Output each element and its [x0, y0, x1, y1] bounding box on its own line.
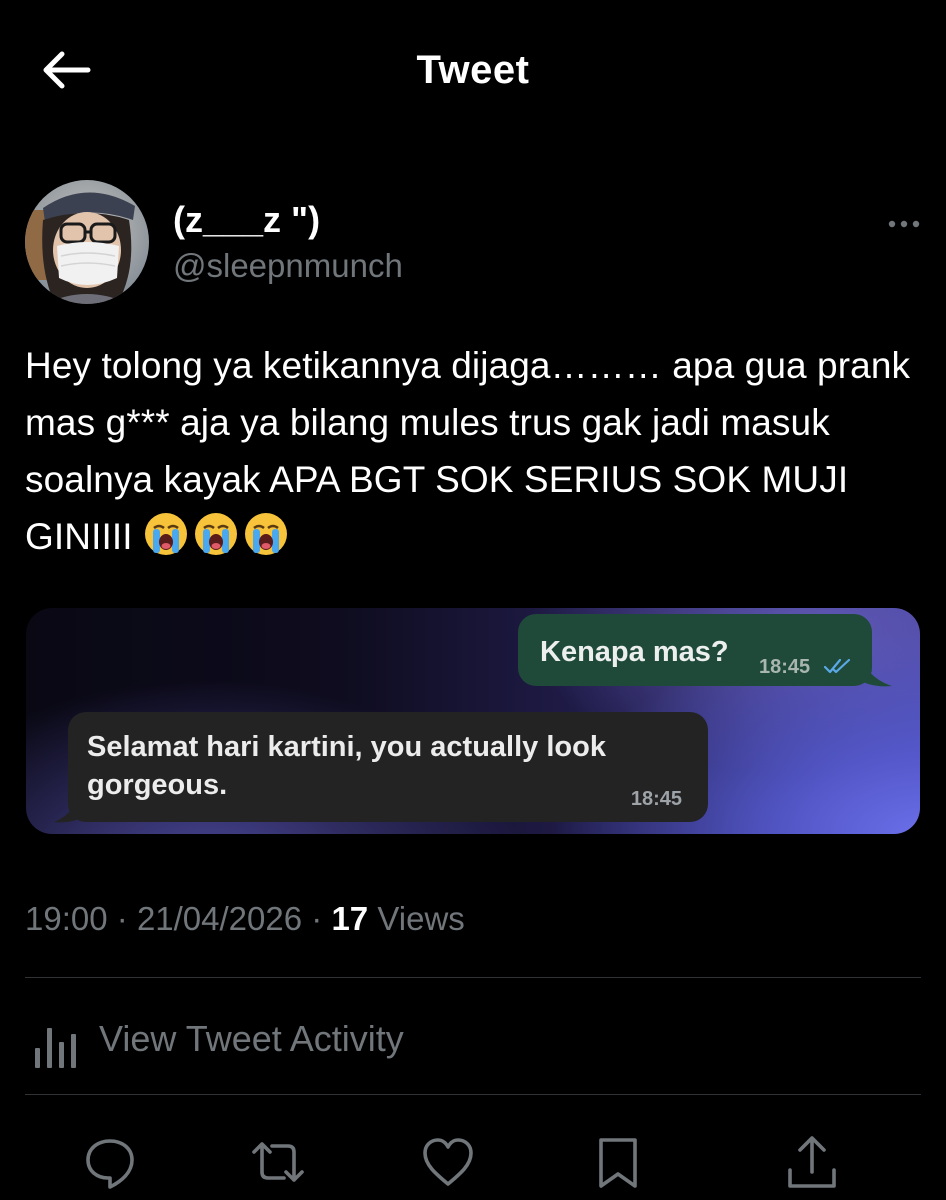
retweet-button[interactable]	[248, 1132, 308, 1192]
bookmark-button[interactable]	[588, 1132, 648, 1192]
tweet-text: Hey tolong ya ketikannya dijaga……… apa g…	[25, 337, 921, 565]
tweet-date: 21/04/2026	[136, 900, 303, 937]
like-icon	[423, 1138, 473, 1186]
outgoing-message-bubble: Kenapa mas? 18:45	[518, 614, 872, 686]
retweet-icon	[252, 1142, 304, 1182]
view-tweet-activity-label: View Tweet Activity	[99, 1018, 404, 1059]
tweet-meta: 19:00 · 21/04/2026 · 17 Views	[25, 900, 465, 938]
user-handle[interactable]: @sleepnmunch	[173, 246, 403, 286]
tweet-actions-bar	[0, 1128, 946, 1192]
display-name[interactable]: (z___z ")	[173, 200, 403, 240]
bookmark-icon	[599, 1138, 637, 1188]
loudly-crying-face-icon	[145, 511, 289, 557]
view-tweet-activity-button[interactable]: View Tweet Activity	[25, 1010, 525, 1070]
meta-separator-2: ·	[311, 900, 323, 937]
bar-chart-icon	[35, 1028, 76, 1068]
outgoing-message-time: 18:45	[759, 656, 811, 678]
more-button[interactable]	[887, 214, 921, 234]
header: Tweet	[0, 0, 946, 140]
like-button[interactable]	[418, 1132, 478, 1192]
incoming-message-bubble: Selamat hari kartini, you actually look …	[68, 712, 708, 822]
tweet-time: 19:00	[25, 900, 108, 937]
outgoing-bubble-tail	[856, 648, 892, 687]
tweet-media-screenshot[interactable]: Kenapa mas? 18:45 Selamat hari kartini, …	[26, 608, 920, 834]
outgoing-message-text: Kenapa mas?	[540, 636, 729, 668]
incoming-message-text: Selamat hari kartini, you actually look …	[87, 731, 606, 801]
incoming-message-time: 18:45	[630, 788, 682, 810]
meta-separator: ·	[116, 900, 128, 937]
crying-emoji-group: 😭😭😭	[143, 511, 291, 557]
incoming-bubble-tail	[54, 784, 84, 823]
tweet-author: (z___z ") @sleepnmunch	[25, 180, 921, 305]
divider-2	[25, 1094, 921, 1095]
more-horizontal-icon	[888, 220, 920, 228]
reply-button[interactable]	[80, 1132, 140, 1192]
author-names: (z___z ") @sleepnmunch	[173, 200, 403, 286]
share-icon	[788, 1136, 836, 1188]
views-count[interactable]: 17	[331, 900, 368, 937]
page-title: Tweet	[416, 48, 530, 92]
share-button[interactable]	[782, 1132, 842, 1192]
divider	[25, 977, 921, 978]
avatar[interactable]	[25, 180, 149, 304]
reply-icon	[86, 1139, 134, 1189]
double-check-icon	[823, 658, 851, 674]
views-label[interactable]: Views	[377, 900, 464, 937]
